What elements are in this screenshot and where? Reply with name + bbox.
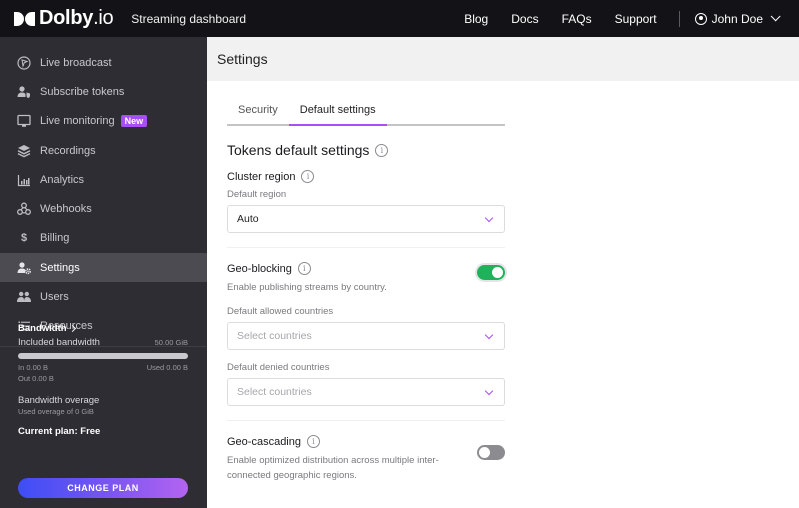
geo-cascading-description: Enable optimized distribution across mul… — [227, 455, 439, 481]
section-title-text: Tokens default settings — [227, 142, 370, 158]
info-icon[interactable]: i — [307, 435, 320, 448]
current-plan: Current plan: Free — [18, 426, 101, 437]
user-gear-icon — [17, 261, 31, 275]
sidebar-item-live-broadcast[interactable]: Live broadcast — [0, 48, 207, 77]
included-bandwidth-label: Included bandwidth — [18, 337, 100, 348]
brand-logo[interactable]: Dolby.io — [14, 7, 114, 30]
geo-blocking-toggle[interactable] — [477, 265, 505, 280]
cluster-region-title: Cluster region i — [227, 170, 505, 183]
layers-icon — [17, 144, 31, 158]
webhook-icon — [17, 202, 31, 216]
user-menu[interactable]: John Doe — [694, 11, 781, 26]
geo-cascading-label: Geo-cascading — [227, 435, 301, 448]
geo-blocking-label: Geo-blocking — [227, 262, 292, 275]
cluster-region-label: Cluster region — [227, 170, 296, 183]
bar-chart-icon — [17, 173, 31, 187]
chevron-down-icon — [484, 330, 494, 340]
geo-blocking-title: Geo-blocking i — [227, 262, 387, 275]
user-name: John Doe — [711, 11, 763, 26]
sidebar-item-label: Subscribe tokens — [40, 85, 125, 98]
divider — [227, 247, 505, 248]
bandwidth-title: Bandwidth — [18, 323, 67, 334]
sidebar-item-live-monitoring[interactable]: Live monitoring New — [0, 107, 207, 136]
top-bar: Dolby.io Streaming dashboard Blog Docs F… — [0, 0, 799, 37]
change-plan-button[interactable]: CHANGE PLAN — [18, 478, 188, 498]
sidebar-item-subscribe-tokens[interactable]: Subscribe tokens — [0, 77, 207, 106]
chevron-down-icon — [484, 213, 494, 223]
page-title: Settings — [217, 51, 268, 67]
nav-link-docs[interactable]: Docs — [511, 12, 538, 26]
sidebar-item-label: Live broadcast — [40, 56, 112, 69]
page-header: Settings — [207, 37, 799, 81]
sidebar-item-billing[interactable]: $ Billing — [0, 224, 207, 253]
toggle-knob — [492, 267, 503, 278]
tab-security[interactable]: Security — [227, 103, 289, 124]
bandwidth-used: Used 0.00 B — [146, 363, 188, 372]
nav-link-blog[interactable]: Blog — [464, 12, 488, 26]
nav-link-faqs[interactable]: FAQs — [562, 12, 592, 26]
info-icon[interactable]: i — [301, 170, 315, 183]
nav-link-support[interactable]: Support — [615, 12, 657, 26]
denied-countries-label: Default denied countries — [227, 362, 330, 373]
sidebar-item-label: Recordings — [40, 144, 96, 157]
info-icon[interactable]: i — [375, 143, 389, 157]
sidebar-item-label: Webhooks — [40, 203, 92, 216]
sidebar-item-label: Live monitoring — [40, 115, 115, 128]
dolby-logo-icon — [14, 11, 35, 26]
bandwidth-progress-bar — [18, 353, 188, 359]
bandwidth-panel: Bandwidth Included bandwidth 50.00 GiB I… — [18, 323, 188, 437]
product-name: Streaming dashboard — [131, 11, 247, 26]
sidebar-item-label: Settings — [40, 261, 80, 274]
new-badge: New — [120, 115, 148, 128]
section-title: Tokens default settings i — [227, 142, 505, 158]
sidebar-item-webhooks[interactable]: Webhooks — [0, 194, 207, 223]
user-shield-icon — [17, 85, 31, 99]
bandwidth-link[interactable]: Bandwidth — [18, 323, 188, 334]
tab-default-settings[interactable]: Default settings — [288, 103, 387, 126]
info-icon[interactable]: i — [297, 262, 311, 275]
bandwidth-in: In 0.00 B — [18, 363, 49, 372]
sidebar-item-settings[interactable]: Settings — [0, 253, 207, 283]
chevron-down-icon — [770, 11, 781, 22]
user-avatar-icon — [694, 12, 707, 25]
sidebar-item-label: Users — [40, 291, 69, 304]
top-nav: Blog Docs FAQs Support John Doe — [464, 10, 781, 27]
dollar-icon: $ — [20, 232, 28, 245]
geo-cascading-title: Geo-cascading i — [227, 435, 467, 448]
sidebar-item-analytics[interactable]: Analytics — [0, 165, 207, 194]
sidebar-item-recordings[interactable]: Recordings — [0, 136, 207, 165]
allowed-countries-label: Default allowed countries — [227, 306, 334, 317]
denied-countries-placeholder: Select countries — [237, 386, 312, 398]
toggle-knob — [479, 447, 490, 458]
allowed-countries-select[interactable]: Select countries — [227, 322, 505, 350]
sidebar-item-label: Billing — [40, 232, 70, 245]
monitor-icon — [17, 114, 31, 128]
default-region-label: Default region — [227, 189, 287, 200]
included-bandwidth-value: 50.00 GiB — [154, 338, 188, 347]
geo-cascading-toggle[interactable] — [477, 445, 505, 460]
users-icon — [17, 290, 31, 304]
allowed-countries-placeholder: Select countries — [237, 330, 312, 342]
divider — [227, 420, 505, 421]
denied-countries-select[interactable]: Select countries — [227, 378, 505, 406]
brand-name: Dolby.io — [39, 7, 114, 29]
default-region-select[interactable]: Auto — [227, 205, 505, 233]
nav-divider — [678, 10, 680, 27]
chevron-down-icon — [484, 386, 494, 396]
broadcast-icon — [17, 56, 31, 70]
sidebar-item-users[interactable]: Users — [0, 282, 207, 311]
settings-tabs: Security Default settings — [227, 103, 505, 126]
chevron-right-icon — [68, 324, 76, 333]
bandwidth-overage-sub: Used overage of 0 GiB — [18, 407, 94, 416]
settings-content: Security Default settings Tokens default… — [227, 81, 505, 483]
bandwidth-overage-title: Bandwidth overage — [18, 395, 100, 406]
bandwidth-out: Out 0.00 B — [18, 374, 54, 383]
geo-blocking-description: Enable publishing streams by country. — [227, 282, 387, 293]
sidebar: Live broadcast Subscribe tokens Live mon… — [0, 37, 207, 508]
default-region-value: Auto — [237, 213, 259, 225]
sidebar-item-label: Analytics — [40, 173, 85, 186]
